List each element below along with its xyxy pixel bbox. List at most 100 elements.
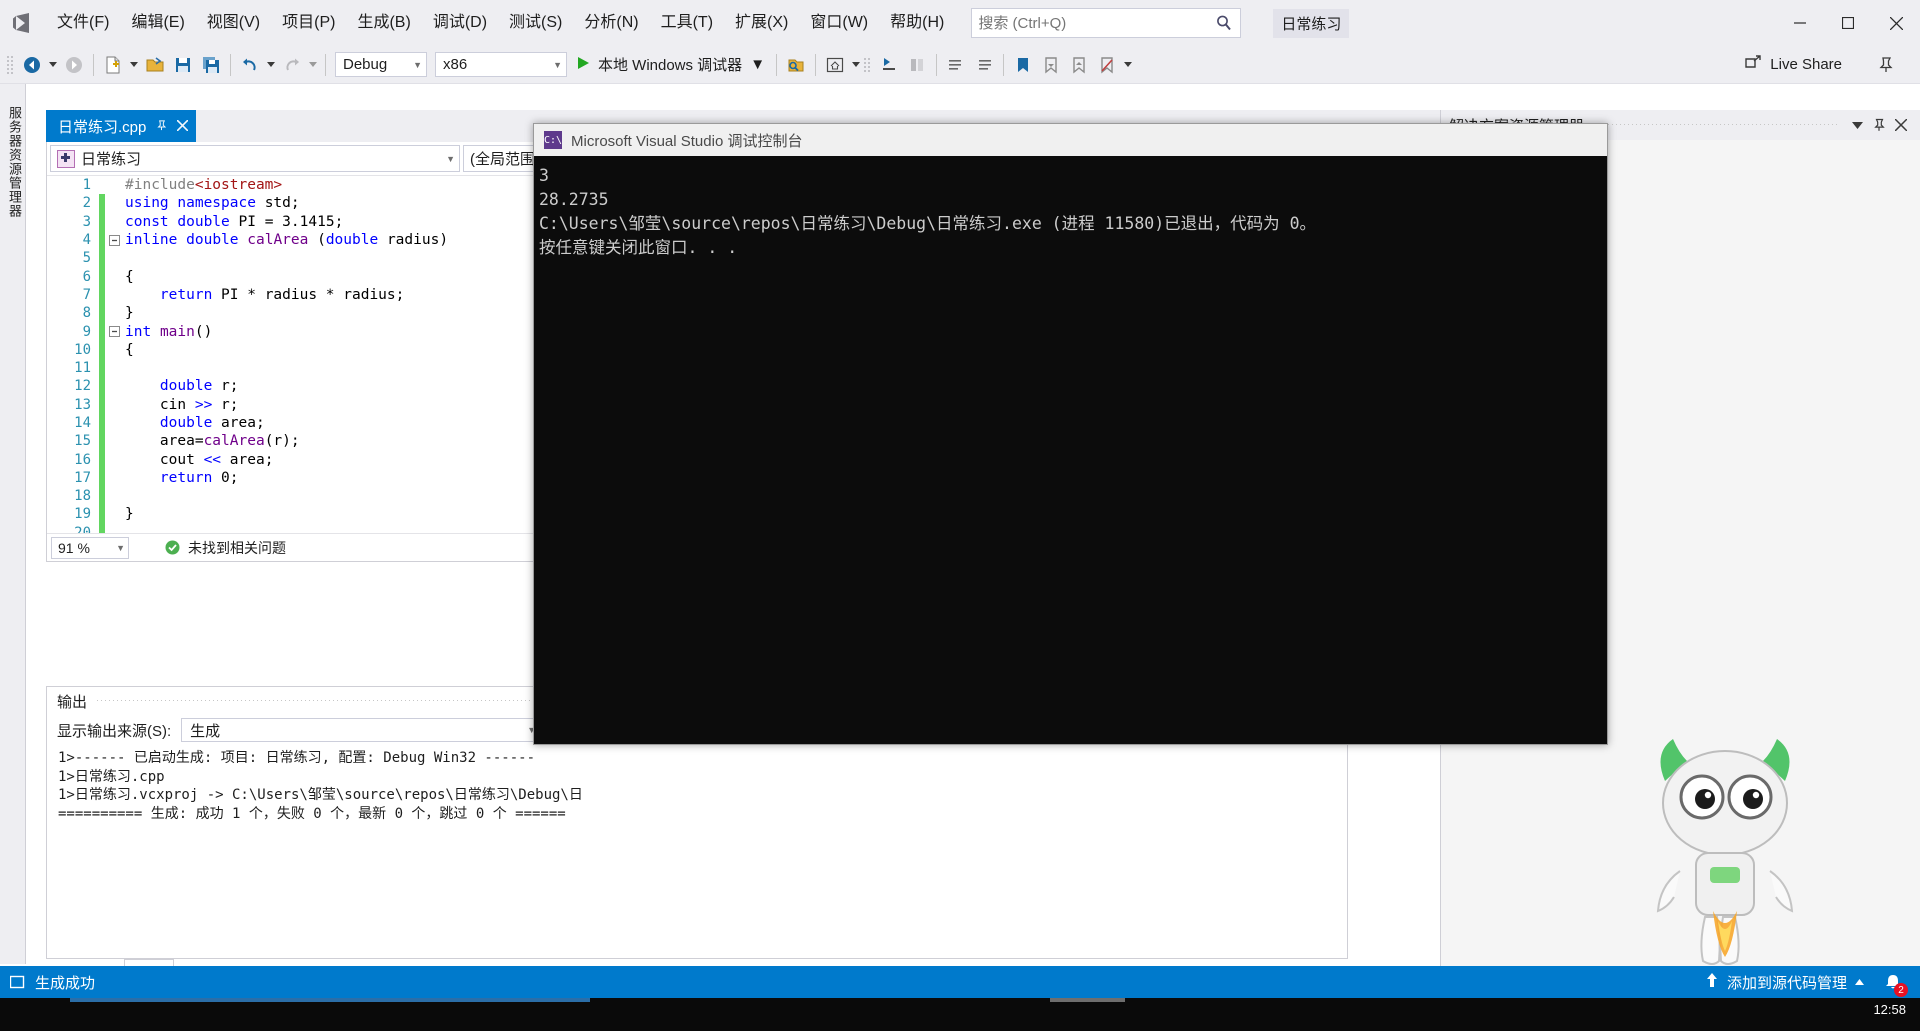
source-control-label[interactable]: 添加到源代码管理 — [1727, 972, 1847, 993]
configuration-value: Debug — [343, 56, 388, 73]
line-number: 3 — [82, 213, 91, 230]
line-number: 1 — [82, 177, 91, 194]
home-window-icon[interactable] — [821, 51, 849, 79]
issue-status-label: 未找到相关问题 — [188, 539, 286, 556]
change-marker — [99, 249, 105, 268]
caret-up-icon[interactable] — [1855, 977, 1864, 987]
upload-arrow-icon[interactable] — [1705, 972, 1719, 992]
line-number: 8 — [82, 305, 91, 322]
open-file-icon[interactable] — [141, 51, 169, 79]
pin-icon[interactable] — [156, 118, 167, 135]
platform-combo[interactable]: x86 ▼ — [435, 52, 567, 77]
close-icon[interactable] — [1890, 114, 1912, 136]
menu-tools[interactable]: 工具(T) — [650, 7, 724, 39]
menu-help[interactable]: 帮助(H) — [879, 7, 955, 39]
change-marker — [99, 432, 105, 451]
navigate-back-dropdown[interactable] — [46, 51, 60, 79]
save-icon[interactable] — [169, 51, 197, 79]
comment-lines-icon[interactable] — [942, 51, 970, 79]
play-icon — [577, 56, 590, 74]
notification-bell[interactable]: 2 — [1880, 969, 1908, 997]
search-box[interactable] — [971, 8, 1242, 38]
close-icon[interactable] — [1872, 0, 1920, 46]
bookmark-icon[interactable] — [1009, 51, 1037, 79]
step-into-icon[interactable] — [875, 51, 903, 79]
undo-icon[interactable] — [236, 51, 264, 79]
toolbar-separator-5 — [815, 53, 817, 76]
toolbar-grip-2[interactable] — [863, 54, 872, 76]
debug-console-window[interactable]: C:\ Microsoft Visual Studio 调试控制台 3 28.2… — [533, 123, 1608, 745]
toolbar-grip[interactable] — [6, 54, 15, 76]
clear-bookmarks-icon[interactable] — [1093, 51, 1121, 79]
menu-extensions[interactable]: 扩展(X) — [724, 7, 799, 39]
code-text: cin >> r; — [125, 396, 239, 413]
menu-file[interactable]: 文件(F) — [46, 7, 120, 39]
tab-daily-practice-cpp[interactable]: 日常练习.cpp — [46, 110, 197, 142]
chevron-down-icon: ▼ — [750, 56, 766, 73]
left-dock-strip: 服务器资源管理器 — [0, 84, 26, 964]
pin-icon[interactable] — [1868, 114, 1890, 136]
output-text[interactable]: 1>------ 已启动生成: 项目: 日常练习, 配置: Debug Win3… — [48, 745, 1346, 957]
debug-console-titlebar: C:\ Microsoft Visual Studio 调试控制台 — [534, 124, 1607, 156]
change-marker — [99, 468, 105, 488]
console-icon: C:\ — [544, 131, 562, 149]
navigate-forward-icon[interactable] — [60, 51, 88, 79]
new-item-icon[interactable] — [99, 51, 127, 79]
taskbar-clock[interactable]: 12:58 — [1873, 1002, 1906, 1017]
step-over-icon[interactable] — [903, 51, 931, 79]
previous-bookmark-icon[interactable] — [1037, 51, 1065, 79]
line-number: 5 — [82, 250, 91, 267]
maximize-icon[interactable] — [1824, 0, 1872, 46]
line-number: 7 — [82, 286, 91, 303]
zoom-level-value: 91 % — [58, 539, 90, 556]
home-window-dropdown[interactable] — [849, 51, 863, 79]
chevron-down-icon: ▼ — [116, 542, 125, 553]
configuration-combo[interactable]: Debug ▼ — [335, 52, 427, 77]
minimize-icon[interactable] — [1776, 0, 1824, 46]
window-project-title: 日常练习 — [1273, 8, 1350, 38]
status-bar-right: 添加到源代码管理 2 — [1705, 969, 1920, 997]
zoom-level-combo[interactable]: 91 % ▼ — [51, 536, 129, 559]
toolbar-separator-6 — [936, 53, 938, 76]
toolbar-separator-7 — [1003, 53, 1005, 76]
menu-test[interactable]: 测试(S) — [498, 7, 573, 39]
line-number: 13 — [74, 396, 91, 413]
output-pane-title: 输出 — [57, 693, 88, 711]
menu-window[interactable]: 窗口(W) — [799, 7, 879, 39]
toolbar-overflow[interactable] — [1121, 51, 1135, 79]
output-source-label: 显示输出来源(S): — [57, 722, 172, 740]
menu-debug[interactable]: 调试(D) — [422, 7, 498, 39]
start-debugging-button[interactable]: 本地 Windows 调试器 ▼ — [571, 51, 771, 79]
collapse-toggle-icon[interactable] — [105, 326, 123, 338]
pin-icon[interactable] — [1872, 51, 1900, 79]
navigate-back-icon[interactable] — [18, 51, 46, 79]
line-number: 6 — [82, 268, 91, 285]
change-marker — [99, 340, 105, 359]
menu-analyze[interactable]: 分析(N) — [573, 7, 649, 39]
next-bookmark-icon[interactable] — [1065, 51, 1093, 79]
collapse-toggle-icon[interactable] — [105, 234, 123, 246]
chevron-down-icon: ▼ — [553, 59, 562, 70]
chevron-down-icon[interactable] — [1846, 114, 1868, 136]
server-explorer-tab[interactable]: 服务器资源管理器 — [0, 106, 24, 218]
chevron-down-icon: ▼ — [413, 59, 422, 70]
debug-console-output[interactable]: 3 28.2735 C:\Users\邹莹\source\repos\日常练习\… — [534, 156, 1607, 744]
close-icon[interactable] — [176, 118, 189, 135]
live-share-button[interactable]: Live Share — [1744, 54, 1842, 76]
output-source-combo[interactable]: 生成 ▼ — [181, 718, 542, 742]
taskbar-active-indicator — [70, 998, 590, 1002]
redo-icon[interactable] — [278, 51, 306, 79]
search-input[interactable] — [978, 14, 1215, 32]
project-scope-combo[interactable]: 日常练习 ▼ — [50, 145, 460, 172]
menu-build[interactable]: 生成(B) — [346, 7, 421, 39]
search-folder-icon[interactable] — [782, 51, 810, 79]
undo-dropdown[interactable] — [264, 51, 278, 79]
save-all-icon[interactable] — [197, 51, 225, 79]
menu-view[interactable]: 视图(V) — [196, 7, 271, 39]
new-item-dropdown[interactable] — [127, 51, 141, 79]
menu-edit[interactable]: 编辑(E) — [120, 7, 195, 39]
menu-project[interactable]: 项目(P) — [271, 7, 346, 39]
line-number: 17 — [74, 469, 91, 486]
redo-dropdown[interactable] — [306, 51, 320, 79]
uncomment-lines-icon[interactable] — [970, 51, 998, 79]
